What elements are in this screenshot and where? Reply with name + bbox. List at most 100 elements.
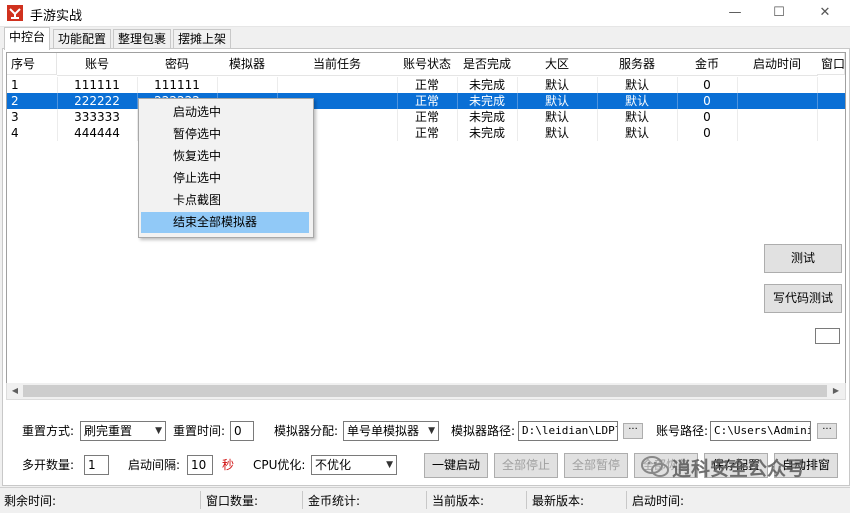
wechat-icon xyxy=(641,456,669,477)
account-path-browse-button[interactable]: ··· xyxy=(817,423,837,439)
menu-item-stuck-screenshot[interactable]: 卡点截图 xyxy=(141,190,309,211)
cell-id: 3 xyxy=(7,109,58,125)
status-separator xyxy=(302,491,303,509)
cell-task xyxy=(277,77,398,93)
maximize-button[interactable]: ☐ xyxy=(756,0,802,26)
emulator-alloc-select[interactable]: 单号单模拟器 ▼ xyxy=(343,421,439,441)
status-separator xyxy=(426,491,427,509)
scroll-left-icon[interactable]: ◀ xyxy=(8,384,22,398)
cell-gold: 0 xyxy=(677,109,738,125)
cell-account: 111111 xyxy=(57,77,138,93)
menu-item-stop-selected[interactable]: 停止选中 xyxy=(141,168,309,189)
cell-start-time xyxy=(737,125,818,141)
cell-done: 未完成 xyxy=(457,125,518,141)
tab-organize-bag[interactable]: 整理包裹 xyxy=(113,29,172,49)
small-input-box[interactable] xyxy=(815,328,840,344)
col-header-done[interactable]: 是否完成 xyxy=(457,53,518,76)
context-menu: 启动选中 暂停选中 恢复选中 停止选中 卡点截图 结束全部模拟器 xyxy=(138,98,314,238)
cell-status: 正常 xyxy=(397,93,458,109)
cell-id: 4 xyxy=(7,125,58,141)
reset-mode-label: 重置方式: xyxy=(22,424,75,438)
menu-item-pause-selected[interactable]: 暂停选中 xyxy=(141,124,309,145)
table-row[interactable]: 3 333333 333333 正常 未完成 默认 默认 0 xyxy=(7,109,845,125)
test-button[interactable]: 测试 xyxy=(764,244,842,273)
title-bar: 手游实战 — ☐ ✕ xyxy=(0,0,850,27)
cell-gold: 0 xyxy=(677,93,738,109)
col-header-window[interactable]: 窗口 xyxy=(817,53,845,75)
col-header-account[interactable]: 账号 xyxy=(57,53,138,76)
menu-item-resume-selected[interactable]: 恢复选中 xyxy=(141,146,309,167)
status-window-count: 窗口数量: xyxy=(206,494,259,508)
account-path-label: 账号路径: xyxy=(656,424,709,438)
status-separator xyxy=(200,491,201,509)
cpu-opt-select[interactable]: 不优化 ▼ xyxy=(311,455,397,475)
minimize-button[interactable]: — xyxy=(712,0,758,26)
cell-account: 222222 xyxy=(57,93,138,109)
wechat-watermark: 逍科安全公众号 xyxy=(640,452,846,482)
grid-header: 序号 账号 密码 模拟器 当前任务 账号状态 是否完成 大区 服务器 金币 启动… xyxy=(7,53,845,76)
reset-mode-value: 刷完重置 xyxy=(84,424,133,438)
account-path-input[interactable]: C:\Users\Adminis xyxy=(710,421,811,441)
interval-unit-label: 秒 xyxy=(222,458,235,472)
grid-horizontal-scrollbar[interactable]: ◀ ▶ xyxy=(6,383,846,400)
pause-all-button[interactable]: 全部暂停 xyxy=(564,453,628,478)
stop-all-button[interactable]: 全部停止 xyxy=(494,453,558,478)
tab-function-config[interactable]: 功能配置 xyxy=(53,29,112,49)
status-remaining-time: 剩余时间: xyxy=(4,494,57,508)
scroll-right-icon[interactable]: ▶ xyxy=(829,384,843,398)
cell-id: 2 xyxy=(7,93,58,109)
cell-window xyxy=(817,109,845,125)
col-header-region[interactable]: 大区 xyxy=(517,53,598,76)
chevron-down-icon: ▼ xyxy=(428,426,435,436)
menu-item-close-all-emulators[interactable]: 结束全部模拟器 xyxy=(141,212,309,233)
cell-gold: 0 xyxy=(677,125,738,141)
col-header-status[interactable]: 账号状态 xyxy=(397,53,458,76)
col-header-server[interactable]: 服务器 xyxy=(597,53,678,76)
col-header-task[interactable]: 当前任务 xyxy=(277,53,398,76)
cell-start-time xyxy=(737,77,818,93)
cell-done: 未完成 xyxy=(457,93,518,109)
app-icon xyxy=(7,5,23,21)
cpu-opt-label: CPU优化: xyxy=(253,458,306,472)
emulator-alloc-label: 模拟器分配: xyxy=(274,424,339,438)
cell-window xyxy=(817,77,845,93)
tab-console[interactable]: 中控台 xyxy=(4,27,51,50)
cell-window xyxy=(817,125,845,141)
cell-region: 默认 xyxy=(517,93,598,109)
tab-stall-listing[interactable]: 摆摊上架 xyxy=(173,29,232,49)
cell-emulator xyxy=(217,77,278,93)
scroll-thumb[interactable] xyxy=(23,385,827,397)
cell-id: 1 xyxy=(7,77,58,93)
account-grid[interactable]: 序号 账号 密码 模拟器 当前任务 账号状态 是否完成 大区 服务器 金币 启动… xyxy=(6,52,846,384)
start-interval-input[interactable]: 10 xyxy=(187,455,213,475)
multi-open-input[interactable]: 1 xyxy=(84,455,109,475)
col-header-start-time[interactable]: 启动时间 xyxy=(737,53,818,76)
emulator-path-input[interactable]: D:\leidian\LDPla xyxy=(518,421,618,441)
start-all-button[interactable]: 一键启动 xyxy=(424,453,488,478)
cell-start-time xyxy=(737,93,818,109)
col-header-emulator[interactable]: 模拟器 xyxy=(217,53,278,76)
cell-account: 444444 xyxy=(57,125,138,141)
table-row[interactable]: 1 111111 111111 正常 未完成 默认 默认 0 xyxy=(7,77,845,93)
cell-password: 111111 xyxy=(137,77,218,93)
cell-server: 默认 xyxy=(597,77,678,93)
cell-server: 默认 xyxy=(597,109,678,125)
close-button[interactable]: ✕ xyxy=(802,0,848,26)
col-header-id[interactable]: 序号 xyxy=(7,53,57,75)
cell-window xyxy=(817,93,845,109)
multi-open-label: 多开数量: xyxy=(22,458,75,472)
menu-item-start-selected[interactable]: 启动选中 xyxy=(141,102,309,123)
reset-time-input[interactable]: 0 xyxy=(230,421,254,441)
col-header-gold[interactable]: 金币 xyxy=(677,53,738,76)
write-code-test-button[interactable]: 写代码测试 xyxy=(764,284,842,313)
cell-status: 正常 xyxy=(397,109,458,125)
status-start-time: 启动时间: xyxy=(632,494,685,508)
cell-account: 333333 xyxy=(57,109,138,125)
table-row-selected[interactable]: 2 222222 222222 正常 未完成 默认 默认 0 xyxy=(7,93,845,109)
reset-mode-select[interactable]: 刷完重置 ▼ xyxy=(80,421,166,441)
cell-status: 正常 xyxy=(397,77,458,93)
table-row[interactable]: 4 444444 444444 正常 未完成 默认 默认 0 xyxy=(7,125,845,141)
emulator-path-browse-button[interactable]: ··· xyxy=(623,423,643,439)
emulator-alloc-value: 单号单模拟器 xyxy=(347,424,420,438)
col-header-password[interactable]: 密码 xyxy=(137,53,218,76)
